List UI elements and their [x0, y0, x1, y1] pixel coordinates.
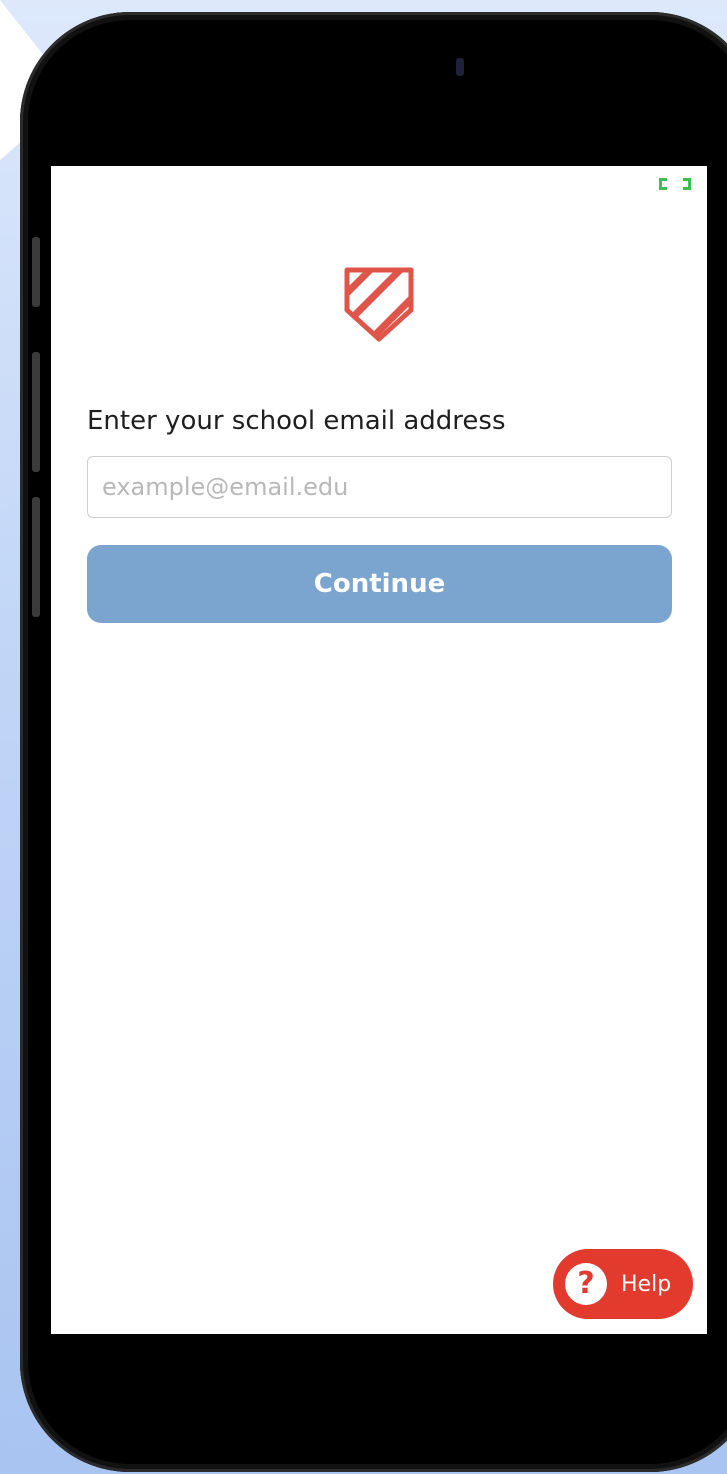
help-label: Help [621, 1271, 672, 1297]
email-label: Enter your school email address [87, 406, 506, 436]
phone-volume-down-button [32, 497, 40, 617]
help-button[interactable]: ? Help [553, 1249, 693, 1319]
email-input[interactable] [87, 456, 672, 518]
continue-button[interactable]: Continue [87, 545, 672, 623]
phone-volume-up-button [32, 352, 40, 472]
app-screen: Enter your school email address Continue… [51, 166, 707, 1334]
striped-shield-icon [344, 267, 414, 342]
camera-icon [456, 58, 464, 76]
question-circle-icon: ? [565, 1263, 607, 1305]
expand-icon[interactable] [659, 178, 691, 190]
phone-side-button [32, 237, 40, 307]
